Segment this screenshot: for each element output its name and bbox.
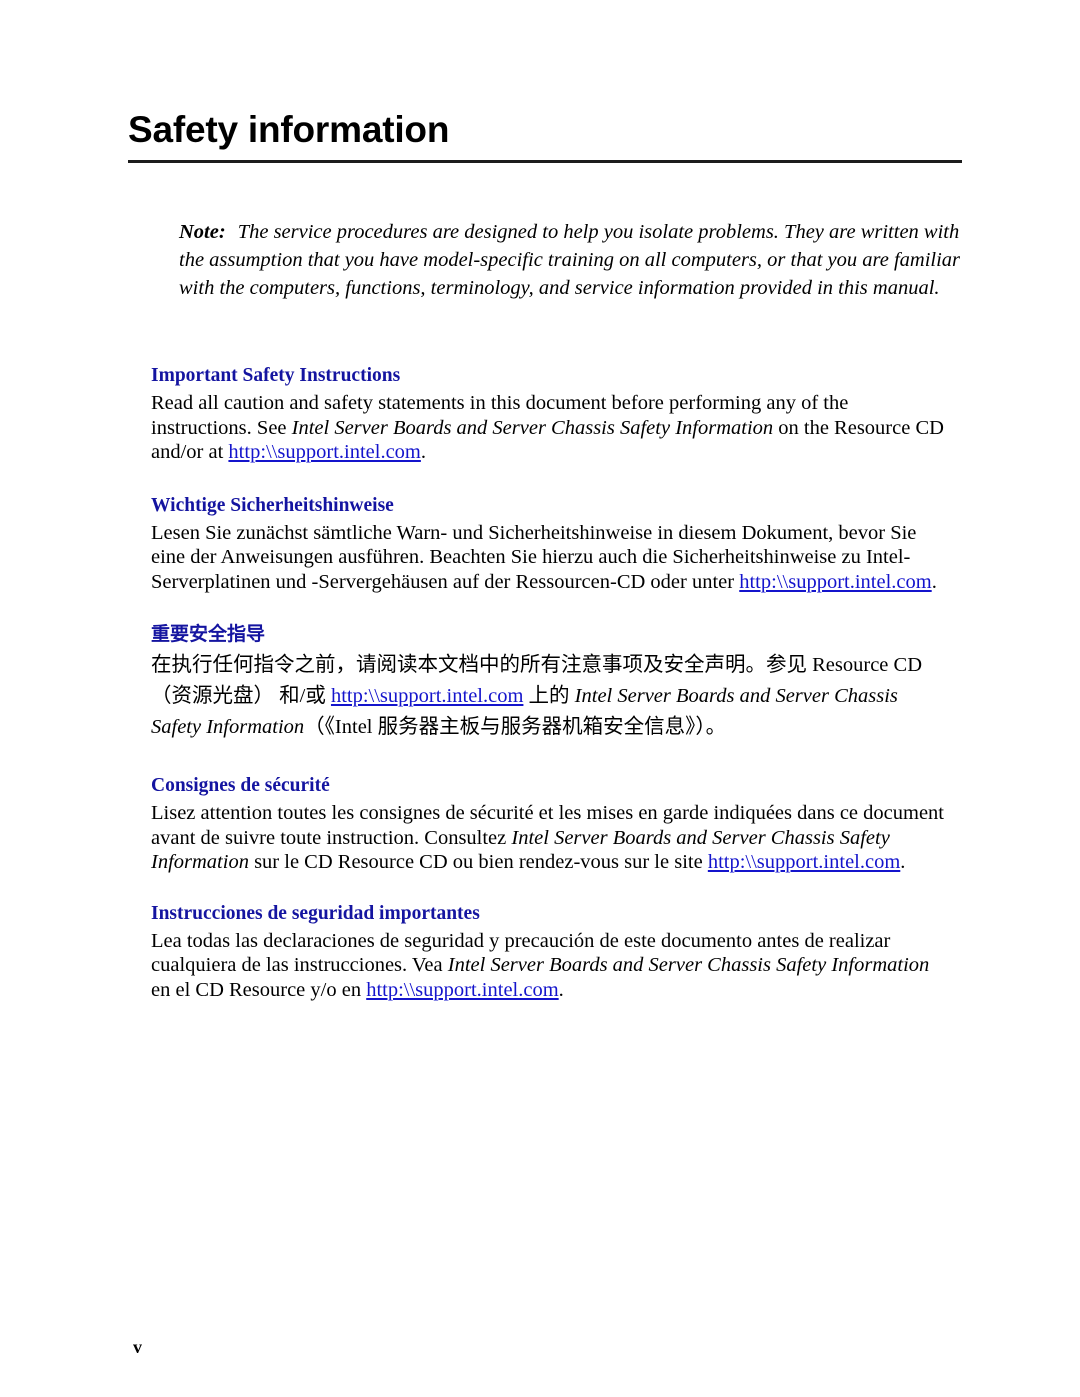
publication-title: Intel Server Boards and Server Chassis S… <box>291 416 774 439</box>
support-url-link[interactable]: http:\\support.intel.com <box>739 571 931 593</box>
body-text-run: en el CD Resource y/o en <box>151 978 367 1001</box>
body-text-run: . <box>900 851 906 873</box>
section-body-de: Lesen Sie zunächst sämtliche Warn- und S… <box>151 521 951 595</box>
body-text-run: （《Intel 服务器主板与服务器机箱安全信息》）。 <box>304 716 727 738</box>
safety-section-cn: 重要安全指导在执行任何指令之前，请阅读本文档中的所有注意事项及安全声明。参见 R… <box>151 622 951 743</box>
support-url-link[interactable]: http:\\support.intel.com <box>708 851 900 873</box>
section-body-fr: Lisez attention toutes les consignes de … <box>151 801 951 875</box>
safety-section-es: Instrucciones de seguridad importantes Le… <box>151 901 951 1003</box>
body-text-run: . <box>558 978 564 1001</box>
safety-section-fr: Consignes de sécurité Lisez attention tou… <box>151 773 951 875</box>
language-sections: Important Safety Instructions Read all ca… <box>151 363 951 1002</box>
title-divider <box>128 160 962 163</box>
note-paragraph: Note: The service procedures are designed… <box>179 218 964 302</box>
body-text-run: . <box>931 570 937 593</box>
publication-title: Intel Server Boards and Server Chassis S… <box>447 954 930 976</box>
support-url-link[interactable]: http:\\support.intel.com <box>331 685 523 707</box>
support-url-link[interactable]: http:\\support.intel.com <box>228 441 420 463</box>
title-block: Safety information <box>128 108 962 171</box>
body-text-run: . <box>420 441 427 463</box>
section-heading-cn: 重要安全指导 <box>151 624 266 645</box>
section-heading-de: Wichtige Sicherheitshinweise <box>151 494 394 516</box>
section-body-en: Read all caution and safety statements i… <box>151 391 951 465</box>
note-label: Note: <box>179 220 226 243</box>
safety-section-en: Important Safety Instructions Read all ca… <box>151 363 951 465</box>
page-number: v <box>133 1337 142 1357</box>
section-heading-es: Instrucciones de seguridad importantes <box>151 902 480 924</box>
section-body-es: Lea todas las declaraciones de seguridad… <box>151 929 951 1003</box>
section-body-cn: 在执行任何指令之前，请阅读本文档中的所有注意事项及安全声明。参见 Resourc… <box>151 650 951 743</box>
note-text: The service procedures are designed to h… <box>179 220 961 299</box>
section-heading-fr: Consignes de sécurité <box>151 775 330 796</box>
section-heading-en: Important Safety Instructions <box>151 365 401 386</box>
document-page: Safety information Note: The service proc… <box>0 0 1080 1397</box>
safety-section-de: Wichtige Sicherheitshinweise Lesen Sie zu… <box>151 493 951 595</box>
body-text-run: 上的 <box>523 685 575 707</box>
body-text-run: sur le CD Resource CD ou bien rendez-vou… <box>248 851 708 873</box>
page-title: Safety information <box>128 109 450 150</box>
support-url-link[interactable]: http:\\support.intel.com <box>366 979 558 1001</box>
